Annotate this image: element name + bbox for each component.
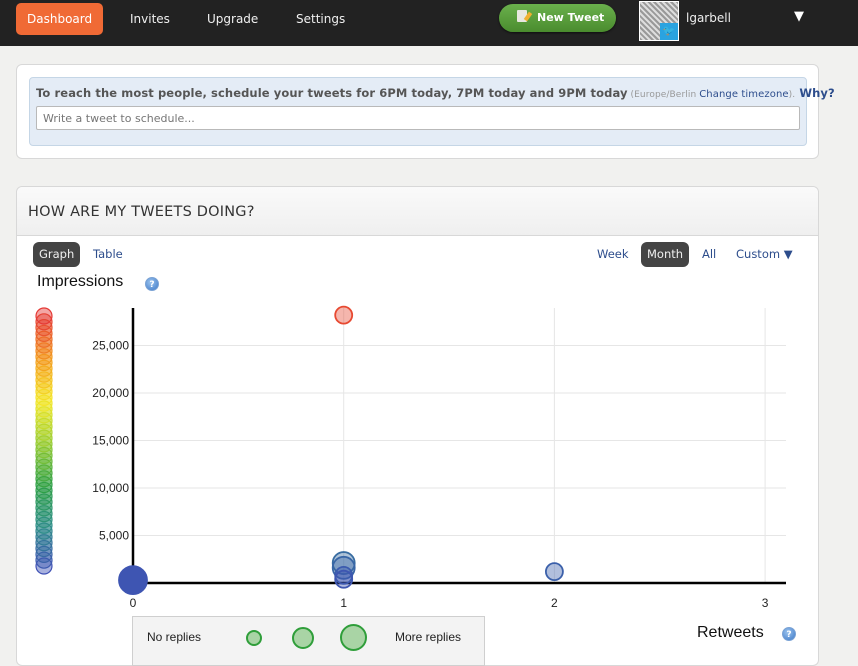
replies-size-legend: No replies More replies (132, 616, 485, 666)
x-tick-label: 3 (762, 596, 769, 610)
stats-title: HOW ARE MY TWEETS DOING? (28, 204, 255, 220)
avatar[interactable]: 🐦 (639, 1, 679, 41)
x-tick-label: 0 (130, 596, 137, 610)
color-scale-swatch (35, 307, 53, 325)
schedule-message-text: To reach the most people, schedule your … (36, 86, 628, 100)
tab-table[interactable]: Table (87, 242, 129, 267)
range-week[interactable]: Week (591, 242, 635, 267)
chart-grid (133, 308, 786, 583)
impressions-axis-title: Impressions (37, 273, 124, 290)
legend-circle-small (246, 630, 262, 646)
impressions-retweets-scatter-chart: 5,000 10,000 15,000 20,000 25,000 0 1 2 3 (35, 305, 786, 610)
schedule-tweet-input[interactable] (36, 106, 800, 130)
stats-header: HOW ARE MY TWEETS DOING? (17, 187, 818, 236)
username[interactable]: lgarbell (686, 11, 731, 25)
y-tick-label: 5,000 (99, 529, 129, 543)
data-point (118, 565, 148, 596)
timezone-label: (Europe/Berlin (627, 90, 700, 100)
retweets-help-icon[interactable]: ? (782, 627, 796, 641)
legend-more-replies: More replies (395, 630, 462, 644)
top-nav-bar: Dashboard Invites Upgrade Settings New T… (0, 0, 858, 46)
legend-circle-medium (292, 627, 314, 649)
compose-icon (517, 10, 527, 22)
twitter-bird-icon: 🐦 (660, 23, 678, 40)
nav-upgrade[interactable]: Upgrade (196, 3, 269, 35)
change-timezone-link[interactable]: Change timezone (699, 89, 788, 100)
impressions-help-icon[interactable]: ? (145, 277, 159, 291)
data-point (545, 562, 564, 582)
chart-axes: 5,000 10,000 15,000 20,000 25,000 0 1 2 3 (92, 308, 786, 610)
legend-circle-large (340, 624, 367, 651)
tab-graph[interactable]: Graph (33, 242, 81, 267)
y-tick-label: 20,000 (92, 386, 129, 400)
y-tick-label: 10,000 (92, 481, 129, 495)
range-month[interactable]: Month (641, 242, 690, 267)
data-point (334, 305, 354, 325)
y-tick-label: 25,000 (92, 339, 129, 353)
range-all[interactable]: All (696, 242, 722, 267)
y-tick-label: 15,000 (92, 434, 129, 448)
x-tick-label: 2 (551, 596, 558, 610)
why-link[interactable]: Why? (795, 86, 835, 100)
schedule-panel: To reach the most people, schedule your … (16, 64, 835, 159)
x-tick-label: 1 (340, 596, 347, 610)
color-scale-legend (35, 307, 53, 575)
caret-down-icon[interactable]: ▼ (794, 9, 804, 24)
nav-dashboard[interactable]: Dashboard (16, 3, 104, 35)
schedule-message: To reach the most people, schedule your … (36, 86, 835, 100)
nav-invites[interactable]: Invites (119, 3, 181, 35)
new-tweet-label: New Tweet (537, 11, 605, 24)
new-tweet-button[interactable]: New Tweet (499, 4, 616, 32)
nav-settings[interactable]: Settings (285, 3, 356, 35)
retweets-axis-title: Retweets (697, 624, 764, 641)
data-point (334, 569, 354, 589)
chart-points (118, 305, 564, 596)
range-custom-dropdown[interactable]: Custom ▼ (730, 242, 799, 267)
legend-no-replies: No replies (147, 630, 202, 644)
schedule-box: To reach the most people, schedule your … (29, 77, 835, 146)
